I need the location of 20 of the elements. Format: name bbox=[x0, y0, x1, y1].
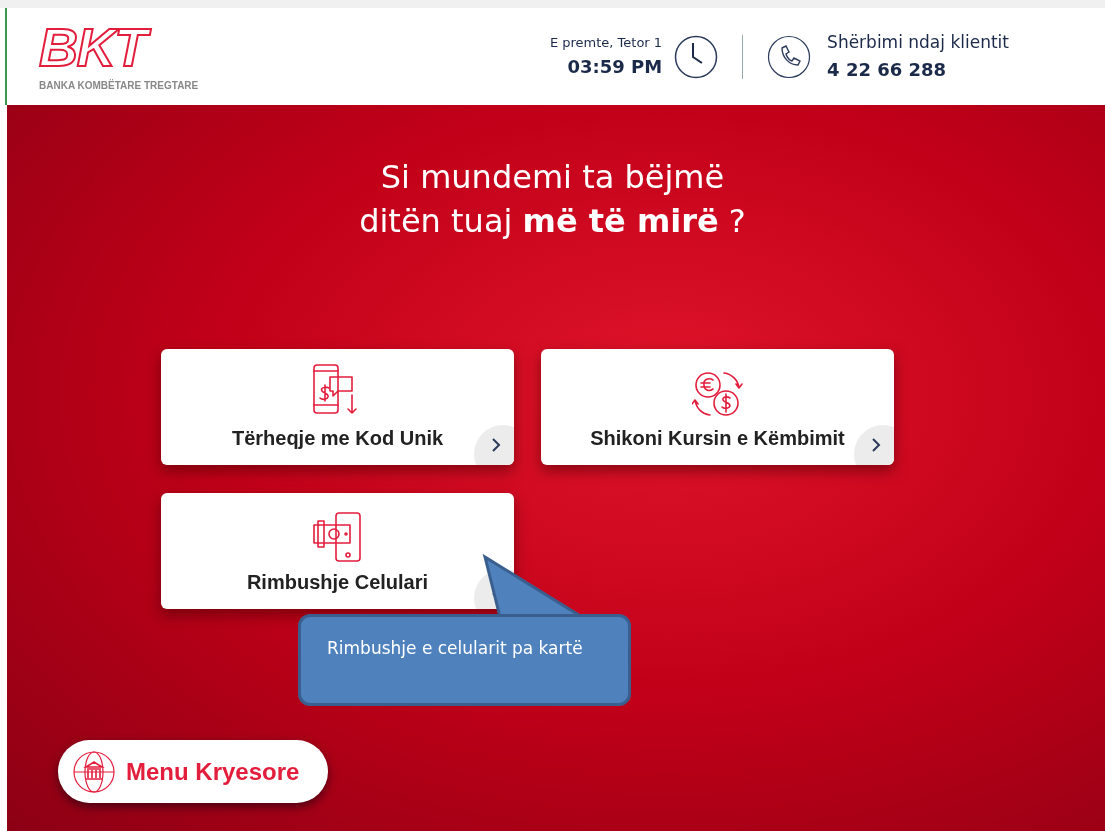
logo-mark: BKT bbox=[39, 20, 199, 74]
phone-icon bbox=[767, 34, 812, 79]
service-card[interactable]: Rimbushje Celulari bbox=[161, 493, 514, 609]
globe-bank-icon bbox=[72, 749, 116, 794]
headline: Si mundemi ta bëjmë bbox=[380, 157, 725, 198]
headline: ditën tuaj më të mirë ? bbox=[359, 201, 746, 242]
service-phone: 4 22 66 288 bbox=[827, 57, 948, 82]
service-card[interactable]: Tërheqje me Kod Unik bbox=[161, 349, 514, 465]
service-label: Tërheqje me Kod Unik bbox=[231, 426, 444, 451]
service-card[interactable]: Shikoni Kursin e Këmbimit bbox=[541, 349, 894, 465]
service-label: Shikoni Kursin e Këmbimit bbox=[590, 426, 845, 451]
date-text: E premte, Tetor 1 bbox=[549, 34, 663, 53]
service-label: Shërbimi ndaj klientit bbox=[827, 31, 1009, 55]
service-label: Rimbushje Celulari bbox=[246, 570, 429, 595]
time-text: 03:59 PM bbox=[567, 54, 663, 79]
clock-icon bbox=[674, 34, 719, 79]
currency-exchange-icon bbox=[691, 369, 744, 419]
logo-name: BANKA KOMBËTARE TREGTARE bbox=[39, 78, 199, 93]
main-menu-button[interactable]: Menu Kryesore bbox=[58, 740, 328, 803]
callout-text: Rimbushje e celularit pa kartë bbox=[327, 638, 583, 658]
